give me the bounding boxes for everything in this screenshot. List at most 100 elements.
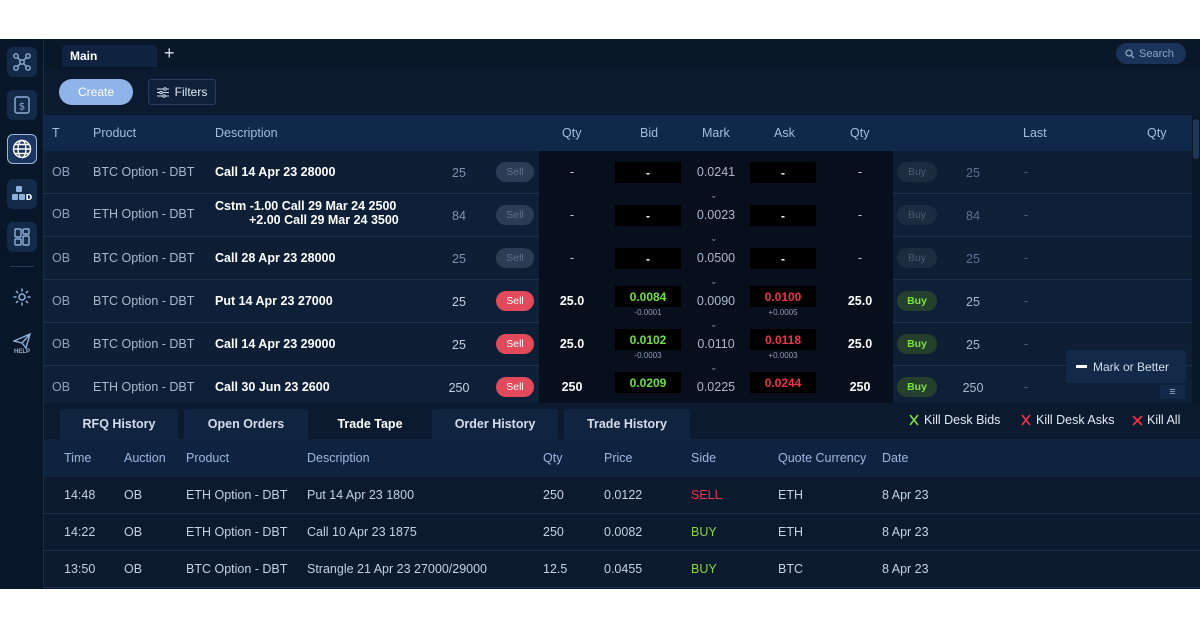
sell-button[interactable]: Sell xyxy=(496,291,534,311)
row-description: Call 28 Apr 23 28000 xyxy=(215,251,336,265)
bid-price-box[interactable]: - xyxy=(615,162,681,183)
bid-price-box[interactable]: 0.0102 xyxy=(615,329,681,350)
row-mark: 0.0225 xyxy=(696,380,736,394)
bid-price-box[interactable]: - xyxy=(615,248,681,269)
sell-button[interactable]: Sell xyxy=(496,334,534,354)
buy-button[interactable]: Buy xyxy=(897,334,937,354)
create-button[interactable]: Create xyxy=(59,79,133,105)
buy-button[interactable]: Buy xyxy=(897,291,937,311)
quote-row[interactable]: OB ETH Option - DBT Call 30 Jun 23 2600 250… xyxy=(44,362,1192,403)
row-last: - xyxy=(1024,251,1029,265)
bid-price-box[interactable]: 0.0084 xyxy=(615,286,681,307)
bid-price-box[interactable]: 0.0209 xyxy=(615,372,681,393)
tab-trade-history[interactable]: Trade History xyxy=(564,409,690,439)
col-price[interactable]: Price xyxy=(604,451,632,465)
quote-row[interactable]: OB BTC Option - DBT Call 14 Apr 23 29000 25… xyxy=(44,319,1192,366)
quotes-scroll-thumb[interactable] xyxy=(1193,119,1199,159)
search-button[interactable]: Search xyxy=(1116,43,1186,64)
col-trade-product[interactable]: Product xyxy=(186,451,229,465)
col-last-qty[interactable]: Qty xyxy=(1147,126,1166,140)
add-tab-button[interactable]: + xyxy=(164,43,175,64)
ask-change: +0.0003 xyxy=(768,351,798,360)
ask-price-box[interactable]: 0.0100 xyxy=(750,286,816,307)
trade-row[interactable]: 13:50 OB BTC Option - DBT Strangle 21 Apr 2… xyxy=(44,551,1200,588)
kill-desk-asks-button[interactable]: Kill Desk Asks xyxy=(1020,413,1115,427)
bid-price-box[interactable]: - xyxy=(615,205,681,226)
filters-button[interactable]: Filters xyxy=(148,79,216,105)
col-ask-qty[interactable]: Qty xyxy=(850,126,869,140)
tab-rfq-history[interactable]: RFQ History xyxy=(60,409,178,439)
ask-price-box[interactable]: - xyxy=(750,248,816,269)
row-mark: 0.0241 xyxy=(696,165,736,179)
trade-price: 0.0082 xyxy=(604,525,643,539)
buy-button[interactable]: Buy xyxy=(897,162,937,182)
row-last: - xyxy=(1024,337,1029,351)
chevron-down-icon: ⌄ xyxy=(710,319,718,329)
col-date[interactable]: Date xyxy=(882,451,908,465)
col-product[interactable]: Product xyxy=(93,126,136,140)
trade-row[interactable]: 14:22 OB ETH Option - DBT Call 10 Apr 23 18… xyxy=(44,514,1200,551)
mark-or-better-button[interactable]: Mark or Better xyxy=(1066,350,1186,383)
chevron-down-icon: ⌄ xyxy=(710,190,718,200)
quote-row[interactable]: OB BTC Option - DBT Call 28 Apr 23 28000 25… xyxy=(44,233,1192,280)
tab-order-history[interactable]: Order History xyxy=(432,409,558,439)
col-ask[interactable]: Ask xyxy=(774,126,795,140)
tab-trade-tape[interactable]: Trade Tape xyxy=(314,409,426,439)
col-bid[interactable]: Bid xyxy=(640,126,658,140)
col-bid-qty[interactable]: Qty xyxy=(562,126,581,140)
tab-open-orders[interactable]: Open Orders xyxy=(184,409,308,439)
kill-desk-bids-button[interactable]: Kill Desk Bids xyxy=(908,413,1000,427)
col-trade-qty[interactable]: Qty xyxy=(543,451,562,465)
ask-price-box[interactable]: 0.0118 xyxy=(750,329,816,350)
kill-bids-icon xyxy=(909,414,919,426)
dashboard-icon[interactable] xyxy=(7,222,37,252)
buy-button[interactable]: Buy xyxy=(897,205,937,225)
sell-button[interactable]: Sell xyxy=(496,162,534,182)
tab-main[interactable]: Main xyxy=(62,45,157,67)
row-last: - xyxy=(1024,165,1029,179)
hamburger-menu-icon[interactable]: ≡ xyxy=(1160,385,1185,399)
trade-auction: OB xyxy=(124,488,143,502)
trades-header: Time Auction Product Description Qty Pri… xyxy=(44,439,1200,477)
blocks-d-icon[interactable]: D xyxy=(7,179,37,209)
kill-asks-icon xyxy=(1021,414,1031,426)
col-mark[interactable]: Mark xyxy=(702,126,730,140)
quote-row[interactable]: OB BTC Option - DBT Call 14 Apr 23 28000 25… xyxy=(44,151,1192,194)
trade-time: 13:50 xyxy=(64,562,96,576)
globe-icon[interactable] xyxy=(7,134,37,164)
ask-price-box[interactable]: - xyxy=(750,162,816,183)
col-trade-description[interactable]: Description xyxy=(307,451,370,465)
ask-price-box[interactable]: - xyxy=(750,205,816,226)
col-description[interactable]: Description xyxy=(215,126,278,140)
row-description: Call 14 Apr 23 28000 xyxy=(215,165,336,179)
buy-button[interactable]: Buy xyxy=(897,248,937,268)
col-time[interactable]: Time xyxy=(64,451,91,465)
bid-change: -0.0003 xyxy=(634,351,662,360)
col-auction[interactable]: Auction xyxy=(124,451,166,465)
quotes-table: T Product Description Qty Bid Mark Ask Q… xyxy=(44,115,1192,403)
trade-date: 8 Apr 23 xyxy=(882,488,929,502)
dollar-icon[interactable]: $ xyxy=(7,90,37,120)
col-last[interactable]: Last xyxy=(1023,126,1047,140)
trade-product: ETH Option - DBT xyxy=(186,525,288,539)
sell-button[interactable]: Sell xyxy=(496,205,534,225)
row-bid-size: 25 xyxy=(452,252,466,266)
row-type: OB xyxy=(52,251,71,265)
col-type[interactable]: T xyxy=(52,126,60,140)
quote-row[interactable]: OB BTC Option - DBT Put 14 Apr 23 27000 25 S… xyxy=(44,276,1192,323)
sell-button[interactable]: Sell xyxy=(496,248,534,268)
quote-row[interactable]: OB ETH Option - DBT Cstm -1.00 Call 29 Mar… xyxy=(44,190,1192,237)
trade-auction: OB xyxy=(124,525,143,539)
network-icon[interactable] xyxy=(7,47,37,77)
svg-text:D: D xyxy=(26,193,33,202)
col-quote-currency[interactable]: Quote Currency xyxy=(778,451,866,465)
ask-price-box[interactable]: 0.0244 xyxy=(750,372,816,393)
row-bid-qty: - xyxy=(569,165,575,179)
sell-button[interactable]: Sell xyxy=(496,377,534,397)
trade-row[interactable]: 14:48 OB ETH Option - DBT Put 14 Apr 23 180… xyxy=(44,477,1200,514)
kill-all-button[interactable]: Kill All xyxy=(1132,413,1180,427)
row-bid-size: 25 xyxy=(452,295,466,309)
settings-gear-icon[interactable] xyxy=(7,282,37,312)
buy-button[interactable]: Buy xyxy=(897,377,937,397)
col-side[interactable]: Side xyxy=(691,451,716,465)
